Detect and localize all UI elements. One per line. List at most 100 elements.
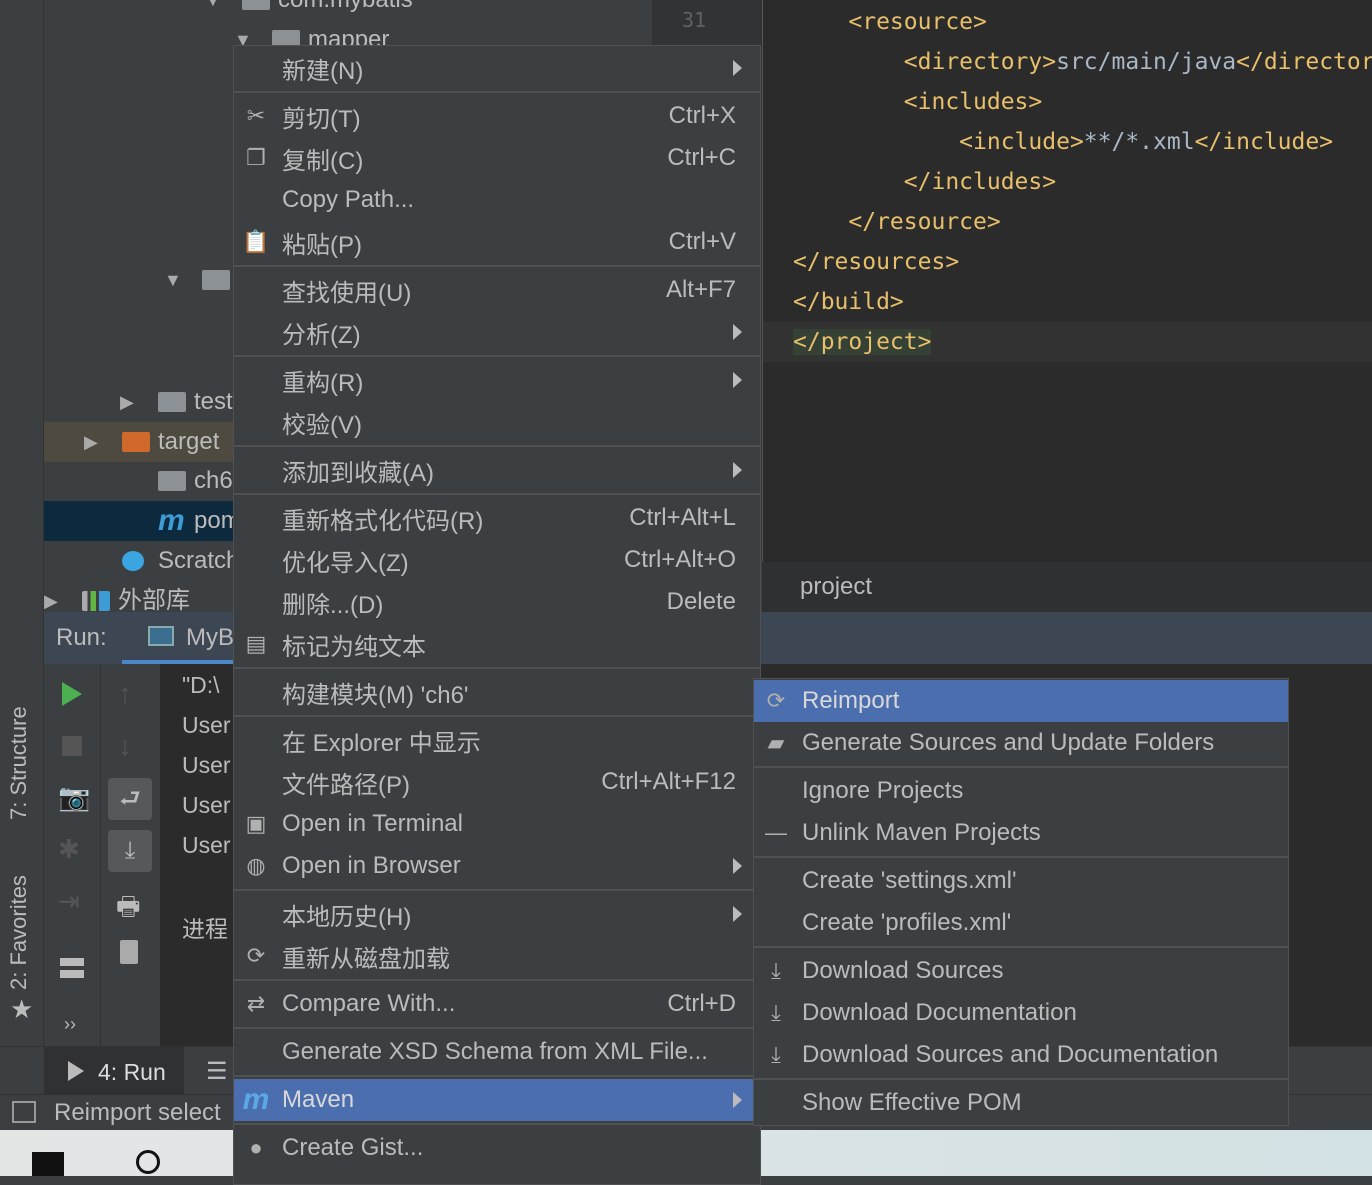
favorites-tool-button[interactable]: 2: Favorites <box>6 875 32 990</box>
search-icon[interactable] <box>136 1150 160 1174</box>
soft-wrap-icon[interactable]: ⮐ <box>108 778 152 820</box>
xml-value: **/*.xml <box>1083 129 1195 155</box>
code-editor[interactable]: <resource> <directory>src/main/java</dir… <box>762 0 1372 562</box>
menu-item-generate-xsd-schema-from-xml-file[interactable]: Generate XSD Schema from XML File... <box>234 1031 760 1073</box>
menu-item-a[interactable]: 添加到收藏(A) <box>234 449 760 491</box>
layout-icon[interactable] <box>60 958 84 978</box>
structure-tool-button[interactable]: 7: Structure <box>6 706 32 820</box>
menu-item-shortcut: Alt+F7 <box>665 276 736 303</box>
xml-tag: </resources> <box>793 249 960 275</box>
menu-item-m-ch6[interactable]: 构建模块(M) 'ch6' <box>234 671 760 713</box>
menu-item-label: 优化导入(Z) <box>282 549 409 577</box>
code-line: </includes> <box>793 162 1056 202</box>
menu-item-explorer[interactable]: 在 Explorer 中显示 <box>234 719 760 761</box>
menu-item-download-documentation[interactable]: ⤓ Download Documentation <box>754 992 1288 1034</box>
expanded-arrow-icon[interactable]: ▼ <box>164 260 182 300</box>
menu-item-ignore-projects[interactable]: Ignore Projects <box>754 770 1288 812</box>
menu-item-download-sources-and-documentation[interactable]: ⤓ Download Sources and Documentation <box>754 1034 1288 1076</box>
menu-item-shortcut: Ctrl+Alt+O <box>623 546 736 573</box>
menu-item-u[interactable]: 查找使用(U) Alt+F7 <box>234 269 760 311</box>
tree-item[interactable]: ▼ com.mybatis <box>44 0 652 20</box>
compare-icon: ⇄ <box>246 991 266 1016</box>
console-line: User <box>182 792 231 818</box>
menu-item-maven[interactable]: m Maven <box>234 1079 760 1121</box>
terminal-icon: ▣ <box>245 811 267 836</box>
menu-item-compare-with[interactable]: ⇄ Compare With... Ctrl+D <box>234 983 760 1025</box>
menu-item-label: 标记为纯文本 <box>282 633 426 661</box>
submenu-arrow-icon <box>733 906 742 922</box>
rerun-icon[interactable] <box>62 682 82 706</box>
menu-item-label: Ignore Projects <box>802 777 964 804</box>
menu-item-reimport[interactable]: ⟳ Reimport <box>754 680 1288 722</box>
xml-tag: <resource> <box>848 9 987 35</box>
trash-icon[interactable] <box>120 940 138 964</box>
menu-item-n[interactable]: 新建(N) <box>234 47 760 89</box>
scroll-to-end-icon[interactable]: ⤓ <box>108 830 152 872</box>
xml-tag: </director <box>1236 49 1372 75</box>
menu-item-create-profiles-xml[interactable]: Create 'profiles.xml' <box>754 902 1288 944</box>
menu-item-r[interactable]: 重构(R) <box>234 359 760 401</box>
menu-item-t[interactable]: ✂ 剪切(T) Ctrl+X <box>234 95 760 137</box>
menu-item-item-28[interactable]: ⟳ 重新从磁盘加载 <box>234 935 760 977</box>
menu-item-d[interactable]: 删除...(D) Delete <box>234 581 760 623</box>
stop-icon[interactable] <box>62 736 82 756</box>
menu-item-shortcut: Ctrl+Alt+L <box>629 504 736 531</box>
menu-item-open-in-browser[interactable]: ◍ Open in Browser <box>234 845 760 887</box>
menu-item-label: Generate XSD Schema from XML File... <box>282 1038 708 1065</box>
menu-item-c[interactable]: ❐ 复制(C) Ctrl+C <box>234 137 760 179</box>
menu-item-unlink-maven-projects[interactable]: — Unlink Maven Projects <box>754 812 1288 854</box>
menu-item-p[interactable]: 文件路径(P) Ctrl+Alt+F12 <box>234 761 760 803</box>
print-icon[interactable]: 🖶 <box>116 888 141 932</box>
context-menu: 新建(N) ✂ 剪切(T) Ctrl+X ❐ 复制(C) Ctrl+C Copy Path..… <box>233 45 761 1185</box>
menu-item-download-sources[interactable]: ⤓ Download Sources <box>754 950 1288 992</box>
run-tool-tab[interactable]: 4: Run <box>44 1047 184 1095</box>
menu-item-p[interactable]: 📋 粘贴(P) Ctrl+V <box>234 221 760 263</box>
expanded-arrow-icon[interactable]: ▼ <box>204 0 222 20</box>
menu-item-v[interactable]: 校验(V) <box>234 401 760 443</box>
arrow-up-icon[interactable]: ↑ <box>118 678 132 710</box>
menu-item-item-18[interactable]: ▤ 标记为纯文本 <box>234 623 760 665</box>
menu-item-z[interactable]: 分析(Z) <box>234 311 760 353</box>
menu-item-label: 本地历史(H) <box>282 903 412 931</box>
run-label: Run: <box>56 624 107 651</box>
menu-item-z[interactable]: 优化导入(Z) Ctrl+Alt+O <box>234 539 760 581</box>
menu-item-create-gist[interactable]: ● Create Gist... <box>234 1127 760 1169</box>
run-tab[interactable]: MyB <box>122 612 234 664</box>
copy-icon: ❐ <box>246 145 266 170</box>
menu-item-label: Download Documentation <box>802 999 1077 1026</box>
import-icon[interactable]: ⇥ <box>58 886 80 917</box>
submenu-arrow-icon <box>733 1092 742 1108</box>
left-tool-stripe: 7: Structure 2: Favorites ★ <box>0 0 44 1046</box>
scissors-icon: ✂ <box>246 103 266 128</box>
debug-icon[interactable]: ✱ <box>58 834 80 865</box>
menu-item-label: Unlink Maven Projects <box>802 819 1041 846</box>
collapsed-arrow-icon[interactable]: ▶ <box>84 422 98 462</box>
windows-start-icon[interactable] <box>32 1152 64 1176</box>
arrow-down-icon[interactable]: ↓ <box>118 730 132 762</box>
todo-list-icon[interactable]: ☰ <box>206 1057 228 1086</box>
console-line: User <box>182 712 231 738</box>
collapsed-arrow-icon[interactable]: ▶ <box>120 382 134 422</box>
menu-item-open-in-terminal[interactable]: ▣ Open in Terminal <box>234 803 760 845</box>
menu-item-show-effective-pom[interactable]: Show Effective POM <box>754 1082 1288 1124</box>
menu-item-create-settings-xml[interactable]: Create 'settings.xml' <box>754 860 1288 902</box>
menu-item-copy-path[interactable]: Copy Path... <box>234 179 760 221</box>
status-toggle-icon[interactable] <box>12 1101 36 1123</box>
menu-item-generate-sources-and-update-folders[interactable]: ▰ Generate Sources and Update Folders <box>754 722 1288 764</box>
menu-item-label: Copy Path... <box>282 186 415 213</box>
menu-item-label: Download Sources and Documentation <box>802 1041 1219 1068</box>
submenu-arrow-icon <box>733 372 742 388</box>
submenu-arrow-icon <box>733 858 742 874</box>
code-line: <includes> <box>793 82 1042 122</box>
more-icon[interactable]: ›› <box>64 1014 76 1035</box>
menu-item-r[interactable]: 重新格式化代码(R) Ctrl+Alt+L <box>234 497 760 539</box>
menu-item-h[interactable]: 本地历史(H) <box>234 893 760 935</box>
camera-icon[interactable]: 📷 <box>58 782 90 813</box>
download-icon: ⤓ <box>771 1042 781 1067</box>
submenu-arrow-icon <box>733 462 742 478</box>
breadcrumb[interactable]: project <box>762 562 1372 612</box>
menu-item-label: 重新格式化代码(R) <box>282 507 484 535</box>
submenu-arrow-icon <box>733 324 742 340</box>
